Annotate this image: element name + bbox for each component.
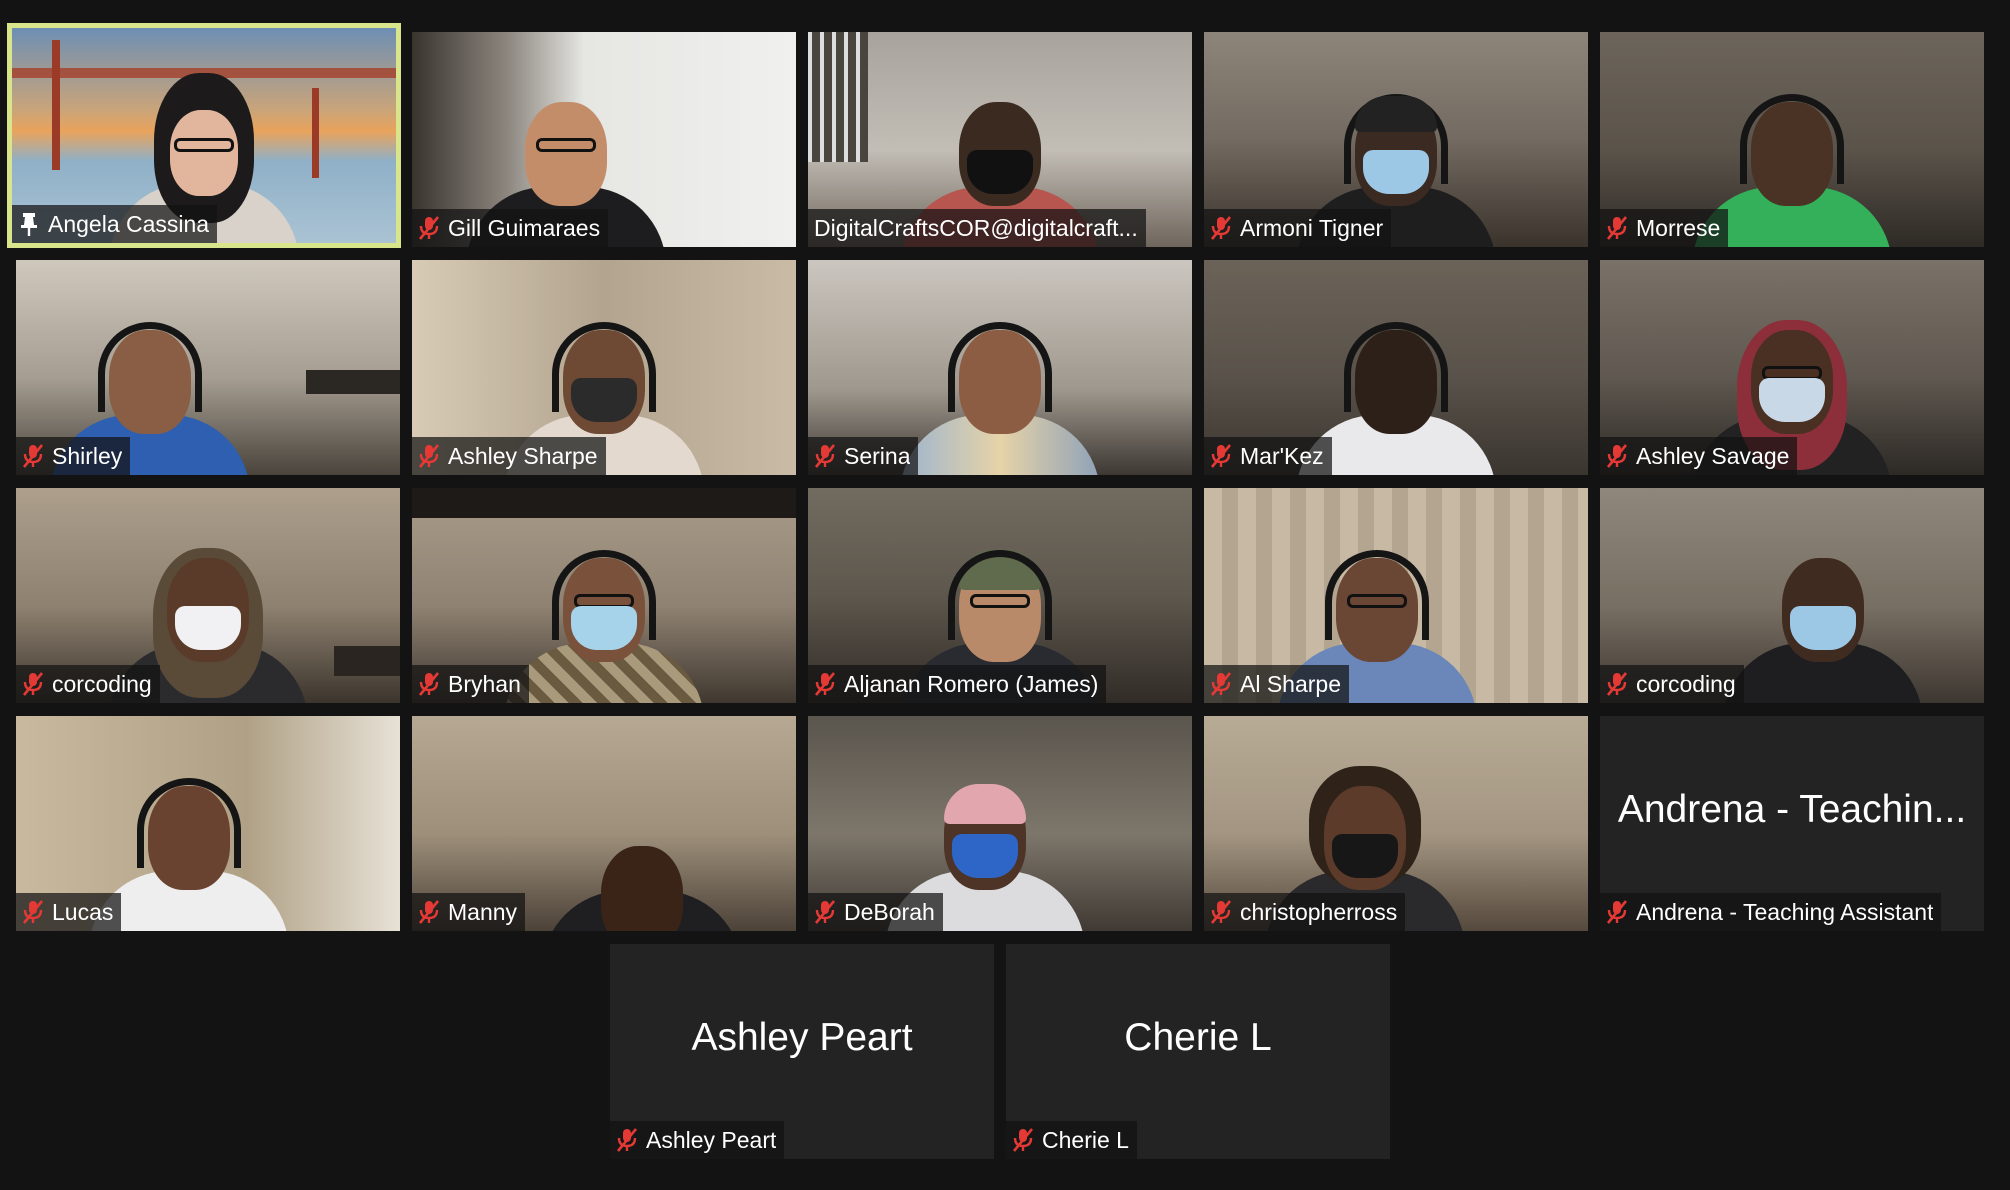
video-tile-shirley[interactable]: Shirley (16, 260, 400, 475)
mic-muted-icon (1606, 443, 1628, 469)
participant-name-tag: Shirley (16, 437, 131, 475)
participant-name-tag: christopherross (1204, 893, 1406, 931)
mic-muted-icon (1210, 671, 1232, 697)
participant-name-tag: Ashley Savage (1600, 437, 1798, 475)
mic-muted-icon (1606, 899, 1628, 925)
participant-name: Armoni Tigner (1240, 214, 1384, 241)
mic-muted-icon (418, 443, 440, 469)
participant-name-tag: Mar'Kez (1204, 437, 1332, 475)
participant-name-tag: Al Sharpe (1204, 665, 1350, 703)
video-tile-aljanan-romero[interactable]: Aljanan Romero (James) (808, 488, 1192, 703)
participant-name: Serina (844, 442, 911, 469)
participant-name: DeBorah (844, 898, 935, 925)
participant-name: Ashley Sharpe (448, 442, 598, 469)
participant-name-tag: Andrena - Teaching Assistant (1600, 893, 1942, 931)
participant-name: Lucas (52, 898, 114, 925)
participant-name-tag: Angela Cassina (12, 205, 218, 243)
participant-name: Mar'Kez (1240, 442, 1324, 469)
participant-name: christopherross (1240, 898, 1398, 925)
video-tile-bryhan[interactable]: Bryhan (412, 488, 796, 703)
participant-name: DigitalCraftsCOR@digitalcraft... (814, 214, 1138, 241)
video-tile-morrese[interactable]: Morrese (1600, 32, 1984, 247)
participant-name-tag: corcoding (1600, 665, 1744, 703)
video-tile-ashley-sharpe[interactable]: Ashley Sharpe (412, 260, 796, 475)
mic-muted-icon (814, 899, 836, 925)
participant-name: Cherie L (1042, 1126, 1129, 1153)
video-tile-digitalcraftscor[interactable]: DigitalCraftsCOR@digitalcraft... (808, 32, 1192, 247)
video-tile-armoni-tigner[interactable]: Armoni Tigner (1204, 32, 1588, 247)
mic-muted-icon (616, 1127, 638, 1153)
mic-muted-icon (418, 899, 440, 925)
mic-muted-icon (22, 899, 44, 925)
video-tile-corcoding-1[interactable]: corcoding (16, 488, 400, 703)
mic-muted-icon (814, 671, 836, 697)
mic-muted-icon (22, 443, 44, 469)
participant-name: Ashley Savage (1636, 442, 1790, 469)
video-tile-deborah[interactable]: DeBorah (808, 716, 1192, 931)
video-tile-christopherross[interactable]: christopherross (1204, 716, 1588, 931)
participant-name-tag: Armoni Tigner (1204, 209, 1392, 247)
mic-muted-icon (1606, 215, 1628, 241)
participant-name-tag: Morrese (1600, 209, 1729, 247)
participant-name-tag: Bryhan (412, 665, 529, 703)
participant-name-tag: Manny (412, 893, 526, 931)
video-tile-lucas[interactable]: Lucas (16, 716, 400, 931)
participant-display-name: Cherie L (1124, 1016, 1272, 1059)
participant-name: Bryhan (448, 670, 521, 697)
mic-muted-icon (1606, 671, 1628, 697)
mic-muted-icon (814, 443, 836, 469)
participant-name-tag: corcoding (16, 665, 160, 703)
participant-display-name: Ashley Peart (691, 1016, 913, 1059)
video-tile-corcoding-2[interactable]: corcoding (1600, 488, 1984, 703)
participant-name: Shirley (52, 442, 123, 469)
participant-name-tag: Cherie L (1006, 1121, 1137, 1159)
mic-muted-icon (418, 215, 440, 241)
video-tile-markez[interactable]: Mar'Kez (1204, 260, 1588, 475)
participant-name: Angela Cassina (48, 210, 210, 237)
video-tile-gill-guimaraes[interactable]: Gill Guimaraes (412, 32, 796, 247)
participant-name: Morrese (1636, 214, 1721, 241)
mic-muted-icon (22, 671, 44, 697)
mic-muted-icon (1012, 1127, 1034, 1153)
participant-name-tag: Lucas (16, 893, 122, 931)
participant-name: Gill Guimaraes (448, 214, 601, 241)
participant-name-tag: Ashley Sharpe (412, 437, 606, 475)
mic-muted-icon (1210, 899, 1232, 925)
video-tile-ashley-peart[interactable]: Ashley Peart Ashley Peart (610, 944, 994, 1159)
participant-name: corcoding (1636, 670, 1736, 697)
pin-icon[interactable] (18, 211, 40, 237)
participant-name: corcoding (52, 670, 152, 697)
participant-name: Aljanan Romero (James) (844, 670, 1099, 697)
participant-name: Andrena - Teaching Assistant (1636, 898, 1934, 925)
participant-name-tag: Aljanan Romero (James) (808, 665, 1107, 703)
video-tile-manny[interactable]: Manny (412, 716, 796, 931)
participant-name-tag: Gill Guimaraes (412, 209, 609, 247)
video-tile-ashley-savage[interactable]: Ashley Savage (1600, 260, 1984, 475)
participant-name: Manny (448, 898, 518, 925)
video-tile-al-sharpe[interactable]: Al Sharpe (1204, 488, 1588, 703)
participant-display-name: Andrena - Teachin... (1617, 788, 1967, 831)
mic-muted-icon (418, 671, 440, 697)
mic-muted-icon (1210, 443, 1232, 469)
gallery-view: Angela Cassina Gill Guimaraes DigitalCra… (0, 0, 2010, 1190)
participant-name-tag: Serina (808, 437, 919, 475)
video-tile-serina[interactable]: Serina (808, 260, 1192, 475)
participant-name-tag: Ashley Peart (610, 1121, 785, 1159)
mic-muted-icon (1210, 215, 1232, 241)
participant-name: Al Sharpe (1240, 670, 1342, 697)
video-tile-cherie-l[interactable]: Cherie L Cherie L (1006, 944, 1390, 1159)
participant-name: Ashley Peart (646, 1126, 777, 1153)
video-tile-andrena[interactable]: Andrena - Teachin... Andrena - Teaching … (1600, 716, 1984, 931)
participant-name-tag: DeBorah (808, 893, 943, 931)
participant-name-tag: DigitalCraftsCOR@digitalcraft... (808, 209, 1146, 247)
video-tile-angela-cassina[interactable]: Angela Cassina (7, 23, 401, 248)
